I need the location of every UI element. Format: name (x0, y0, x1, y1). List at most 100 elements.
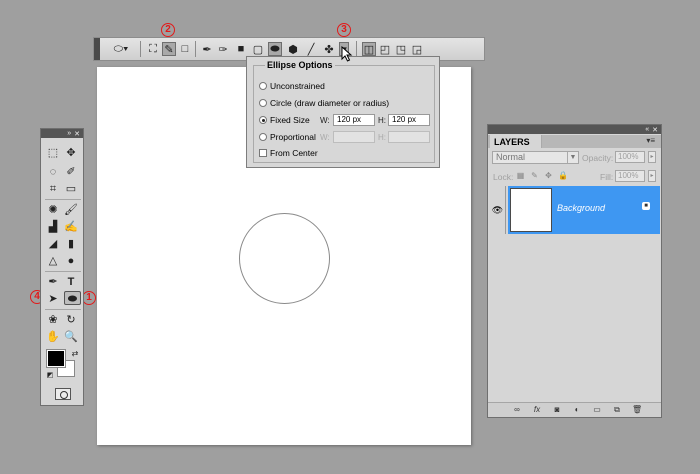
close-icon[interactable]: ✕ (652, 126, 658, 134)
freeform-pen-icon[interactable]: ✑ (216, 42, 230, 56)
blend-mode-value: Normal (496, 152, 526, 162)
unconstrained-label: Unconstrained (270, 81, 325, 91)
fill-pixels-icon[interactable]: □ (178, 42, 192, 56)
fill-label: Fill: (600, 172, 614, 182)
group-icon[interactable]: ▭ (592, 405, 602, 415)
3d-rotate-icon[interactable]: ❀ (46, 313, 60, 327)
dodge-icon[interactable]: ● (64, 254, 78, 268)
opacity-arrow-icon[interactable]: ▸ (648, 151, 656, 163)
options-bar-grip[interactable] (94, 38, 100, 60)
type-icon[interactable]: T (64, 275, 78, 289)
visibility-eye-icon[interactable]: 👁 (490, 186, 506, 234)
lasso-icon[interactable]: ◌ (46, 165, 60, 179)
layers-panel-header[interactable]: « ✕ (488, 125, 661, 134)
3d-orbit-icon[interactable]: ↻ (64, 313, 78, 327)
lock-image-icon[interactable]: ✎ (530, 171, 539, 180)
ruler-icon[interactable]: ▭ (64, 182, 78, 196)
ellipse-preset-icon[interactable]: ⬭▾ (108, 42, 134, 56)
custom-shape-icon[interactable]: ✤ (322, 42, 336, 56)
clone-stamp-icon[interactable]: ▟ (46, 220, 60, 234)
annotation-badge-1: 1 (82, 291, 96, 305)
zoom-icon[interactable]: 🔍 (64, 330, 78, 344)
fixed-size-radio[interactable] (259, 116, 267, 124)
close-icon[interactable]: ✕ (74, 130, 80, 138)
panel-menu-icon[interactable]: ▾≡ (646, 136, 655, 145)
lock-position-icon[interactable]: ✥ (544, 171, 553, 180)
ellipse-path[interactable] (239, 213, 330, 304)
gradient-icon[interactable]: ▮ (64, 237, 78, 251)
blend-mode-select[interactable]: Normal ▼ (492, 151, 579, 164)
collapse-arrows-icon[interactable]: « (645, 126, 649, 133)
path-selection-icon[interactable]: ➤ (46, 292, 60, 306)
opacity-input[interactable]: 100% (615, 151, 645, 163)
proportional-radio[interactable] (259, 133, 267, 141)
layer-row-background[interactable]: Background ■ (508, 186, 660, 234)
polygon-icon[interactable]: ⬢ (286, 42, 300, 56)
layer-lock-icon: ■ (642, 202, 650, 210)
marquee-icon[interactable]: ⬚ (46, 146, 60, 160)
lock-transparent-icon[interactable]: ▦ (516, 171, 525, 180)
circle-radio[interactable] (259, 99, 267, 107)
eraser-icon[interactable]: ◢ (46, 237, 60, 251)
adjustment-icon[interactable]: ◐ (572, 405, 582, 415)
collapse-arrows-icon[interactable]: » (67, 130, 71, 137)
hand-icon[interactable]: ✋ (46, 330, 60, 344)
fixed-height-label: H: (378, 116, 386, 125)
swap-colors-icon[interactable]: ⇄ (68, 347, 82, 361)
blur-icon[interactable]: △ (46, 254, 60, 268)
shape-layers-icon[interactable]: ⛶ (146, 42, 160, 56)
pen-tool-icon[interactable]: ✒ (46, 275, 60, 289)
move-icon[interactable]: ✥ (64, 146, 78, 160)
unconstrained-radio[interactable] (259, 82, 267, 90)
fixed-height-input[interactable]: 120 px (388, 114, 430, 126)
subtract-icon[interactable]: ◳ (394, 42, 408, 56)
from-center-checkbox[interactable] (259, 149, 267, 157)
chevron-down-icon: ▼ (567, 152, 578, 163)
pen-icon[interactable]: ✒ (200, 42, 214, 56)
link-icon[interactable]: ∞ (512, 405, 522, 415)
layers-panel: « ✕ LAYERS ▾≡ Normal ▼ Opacity: 100% ▸ L… (487, 124, 662, 418)
layer-name: Background (557, 203, 606, 213)
unconstrained-option[interactable]: Unconstrained (259, 81, 325, 91)
proportional-option[interactable]: Proportional (259, 132, 316, 142)
add-icon[interactable]: ◰ (378, 42, 392, 56)
quick-selection-icon[interactable]: ✐ (64, 165, 78, 179)
intersect-icon[interactable]: ◲ (410, 42, 424, 56)
opacity-label: Opacity: (582, 153, 614, 163)
ellipse-options-popup: Ellipse Options Unconstrained Circle (dr… (246, 56, 440, 168)
line-icon[interactable]: ╱ (304, 42, 318, 56)
layer-thumbnail (510, 188, 552, 232)
tab-layers[interactable]: LAYERS (490, 135, 542, 148)
rounded-rectangle-icon[interactable]: ▢ (251, 42, 265, 56)
ellipse-tool-icon[interactable]: ⬬ (64, 291, 81, 305)
delete-icon[interactable]: 🗑 (632, 405, 642, 415)
lock-all-icon[interactable]: 🔒 (558, 171, 568, 180)
new-layer-icon[interactable]: ⧉ (612, 405, 622, 415)
create-new-shape-icon[interactable]: ◫ (362, 42, 376, 56)
prop-height-input[interactable] (388, 131, 430, 143)
ellipse-icon[interactable]: ⬬ (268, 42, 282, 56)
ellipse-options-title: Ellipse Options (265, 60, 335, 70)
annotation-badge-2: 2 (161, 23, 175, 37)
rectangle-icon[interactable]: ■ (234, 42, 248, 56)
fill-arrow-icon[interactable]: ▸ (648, 170, 656, 182)
from-center-option[interactable]: From Center (259, 148, 318, 158)
prop-width-label: W: (320, 133, 330, 142)
tools-panel-header[interactable]: » ✕ (41, 129, 83, 138)
default-colors-icon[interactable]: ◩ (43, 369, 57, 383)
foreground-color-swatch[interactable] (46, 349, 66, 368)
crop-icon[interactable]: ⌗ (46, 182, 60, 196)
fixed-width-input[interactable]: 120 px (333, 114, 375, 126)
spot-healing-icon[interactable]: ✺ (46, 203, 60, 217)
paths-icon[interactable]: ✎ (162, 42, 176, 56)
fill-input[interactable]: 100% (615, 170, 645, 182)
history-brush-icon[interactable]: ✍ (64, 220, 78, 234)
prop-width-input[interactable] (333, 131, 375, 143)
quick-mask-icon[interactable] (55, 388, 71, 400)
brush-icon[interactable]: 🖌 (64, 203, 78, 217)
fx-icon[interactable]: fx (532, 405, 542, 415)
fixed-size-option[interactable]: Fixed Size (259, 115, 310, 125)
mask-icon[interactable]: ◙ (552, 405, 562, 415)
circle-option[interactable]: Circle (draw diameter or radius) (259, 98, 389, 108)
lock-label: Lock: (493, 172, 514, 182)
